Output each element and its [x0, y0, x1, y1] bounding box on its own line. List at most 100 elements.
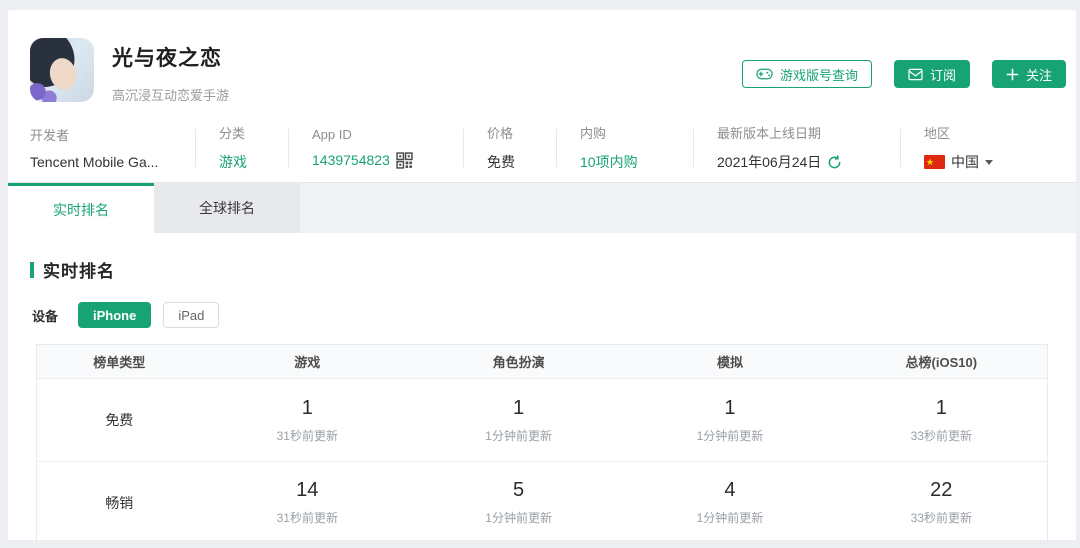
rank-value: 1 — [413, 397, 624, 420]
rank-cell: 4 1分钟前更新 — [624, 479, 835, 526]
info-item: App ID 1439754823 — [312, 127, 440, 169]
rank-value: 1 — [836, 397, 1047, 420]
info-value-text: 中国 — [951, 152, 979, 172]
info-value-text: 1439754823 — [312, 152, 390, 168]
info-label: 地区 — [924, 123, 993, 142]
info-item: 地区 ★ 中国 — [924, 123, 993, 172]
info-label: App ID — [312, 127, 440, 142]
device-button-iphone[interactable]: iPhone — [78, 302, 151, 328]
rank-value: 4 — [624, 479, 835, 502]
rank-cell: 1 33秒前更新 — [836, 397, 1047, 444]
info-value-text: 游戏 — [219, 152, 247, 172]
app-title: 光与夜之恋 — [112, 42, 229, 72]
rank-value: 1 — [202, 397, 413, 420]
table-header-cell: 角色扮演 — [413, 352, 624, 371]
info-divider — [463, 129, 464, 167]
info-label: 价格 — [487, 123, 533, 142]
device-filter-label: 设备 — [32, 306, 58, 325]
info-item: 内购 10项内购 — [580, 123, 670, 172]
rank-cell: 1 1分钟前更新 — [624, 397, 835, 444]
rank-updated-time: 1分钟前更新 — [624, 509, 835, 526]
section-accent-bar — [30, 262, 34, 278]
info-value: 2021年06月24日 — [717, 152, 877, 172]
info-value-text: 10项内购 — [580, 152, 638, 172]
rank-cell: 1 31秒前更新 — [202, 397, 413, 444]
info-value[interactable]: 游戏 — [219, 152, 265, 172]
info-value: 免费 — [487, 152, 533, 172]
subscribe-button[interactable]: 订阅 — [894, 60, 970, 88]
device-buttons: iPhone iPad — [78, 302, 231, 328]
table-header-cell: 榜单类型 — [37, 352, 202, 371]
info-item: 分类游戏 — [219, 123, 265, 172]
rank-updated-time: 1分钟前更新 — [624, 427, 835, 444]
rank-updated-time: 1分钟前更新 — [413, 427, 624, 444]
subscribe-label: 订阅 — [930, 65, 956, 84]
rank-updated-time: 33秒前更新 — [836, 509, 1047, 526]
rank-type-label: 畅销 — [37, 493, 202, 513]
follow-button[interactable]: 关注 — [992, 60, 1066, 88]
chevron-down-icon — [985, 160, 993, 169]
app-header-card: 光与夜之恋 高沉浸互动恋爱手游 游戏版号查询 订阅 关注 — [8, 10, 1076, 182]
table-header-row: 榜单类型游戏角色扮演模拟总榜(iOS10) — [37, 345, 1047, 379]
info-value: Tencent Mobile Ga... — [30, 154, 172, 170]
info-label: 开发者 — [30, 125, 172, 144]
info-divider — [288, 129, 289, 167]
rank-value: 22 — [836, 479, 1047, 502]
rank-value: 5 — [413, 479, 624, 502]
info-label: 内购 — [580, 123, 670, 142]
info-label: 最新版本上线日期 — [717, 123, 877, 142]
app-subtitle: 高沉浸互动恋爱手游 — [112, 85, 229, 104]
info-divider — [693, 129, 694, 167]
info-value-text: Tencent Mobile Ga... — [30, 154, 158, 170]
info-value-text: 2021年06月24日 — [717, 152, 821, 172]
tab-realtime-rank[interactable]: 实时排名 — [8, 183, 154, 233]
table-header-cell: 模拟 — [624, 352, 835, 371]
china-flag-icon: ★ — [924, 155, 945, 169]
rank-updated-time: 1分钟前更新 — [413, 509, 624, 526]
rank-updated-time: 31秒前更新 — [202, 509, 413, 526]
info-item: 价格免费 — [487, 123, 533, 172]
table-row: 免费131秒前更新11分钟前更新11分钟前更新133秒前更新 — [37, 379, 1047, 461]
version-query-label: 游戏版号查询 — [780, 65, 858, 84]
header-actions: 游戏版号查询 订阅 关注 — [742, 60, 1066, 88]
section-title-text: 实时排名 — [43, 257, 115, 282]
follow-label: 关注 — [1026, 65, 1052, 84]
rank-tab-strip: 实时排名全球排名 — [8, 182, 1076, 233]
device-filter-row: 设备 iPhone iPad — [32, 302, 1076, 328]
refresh-icon[interactable] — [827, 155, 842, 170]
rank-cell: 5 1分钟前更新 — [413, 479, 624, 526]
info-divider — [556, 129, 557, 167]
info-value-text: 免费 — [487, 152, 515, 172]
app-icon-art — [30, 74, 66, 102]
table-header-cell: 游戏 — [202, 352, 413, 371]
info-divider — [195, 129, 196, 167]
app-title-block: 光与夜之恋 高沉浸互动恋爱手游 — [112, 38, 229, 104]
flag-star: ★ — [926, 155, 934, 169]
table-row: 畅销1431秒前更新51分钟前更新41分钟前更新2233秒前更新 — [37, 461, 1047, 543]
version-query-button[interactable]: 游戏版号查询 — [742, 60, 872, 88]
rank-updated-time: 31秒前更新 — [202, 427, 413, 444]
qr-code-icon[interactable] — [396, 152, 413, 169]
app-icon — [30, 38, 94, 102]
rank-updated-time: 33秒前更新 — [836, 427, 1047, 444]
rank-value: 14 — [202, 479, 413, 502]
rank-cell: 22 33秒前更新 — [836, 479, 1047, 526]
device-button-ipad[interactable]: iPad — [163, 302, 219, 328]
plus-icon — [1006, 68, 1019, 81]
info-label: 分类 — [219, 123, 265, 142]
gamepad-icon — [756, 67, 773, 81]
envelope-icon — [908, 68, 923, 81]
rank-value: 1 — [624, 397, 835, 420]
realtime-rank-panel: 实时排名 设备 iPhone iPad 榜单类型游戏角色扮演模拟总榜(iOS10)… — [8, 233, 1076, 540]
rank-table: 榜单类型游戏角色扮演模拟总榜(iOS10)免费131秒前更新11分钟前更新11分… — [36, 344, 1048, 544]
info-value[interactable]: ★ 中国 — [924, 152, 993, 172]
tab-global-rank[interactable]: 全球排名 — [154, 183, 300, 233]
rank-type-label: 免费 — [37, 410, 202, 430]
section-title: 实时排名 — [30, 257, 1076, 282]
info-value[interactable]: 1439754823 — [312, 152, 440, 169]
rank-cell: 14 31秒前更新 — [202, 479, 413, 526]
table-header-cell: 总榜(iOS10) — [836, 352, 1047, 371]
info-value[interactable]: 10项内购 — [580, 152, 670, 172]
info-item: 开发者 Tencent Mobile Ga... — [30, 125, 172, 170]
info-item: 最新版本上线日期 2021年06月24日 — [717, 123, 877, 172]
